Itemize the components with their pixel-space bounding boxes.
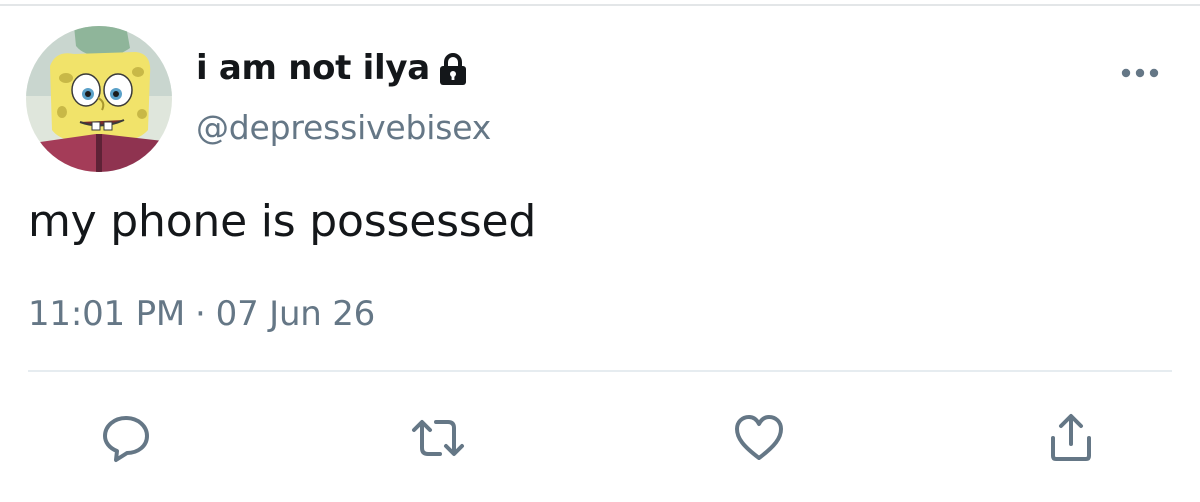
more-dots-icon bbox=[1121, 68, 1159, 78]
like-button[interactable] bbox=[729, 408, 789, 468]
display-name-row: i am not ilya bbox=[196, 44, 468, 92]
action-divider bbox=[28, 370, 1172, 372]
retweet-button[interactable] bbox=[408, 408, 468, 468]
timestamp-separator: · bbox=[195, 294, 206, 334]
tweet-action-bar bbox=[0, 408, 1200, 468]
user-handle[interactable]: @depressivebisex bbox=[196, 108, 491, 147]
reply-button[interactable] bbox=[96, 408, 156, 468]
lock-icon bbox=[438, 52, 468, 86]
share-button[interactable] bbox=[1041, 408, 1101, 468]
display-name[interactable]: i am not ilya bbox=[196, 48, 430, 88]
avatar-image bbox=[26, 26, 172, 172]
tweet-timestamp[interactable]: 11:01 PM · 07 Jun 26 bbox=[28, 294, 375, 334]
top-divider bbox=[0, 4, 1200, 6]
heart-icon bbox=[735, 415, 783, 460]
tweet-time: 11:01 PM bbox=[28, 294, 186, 334]
share-upload-icon bbox=[1051, 414, 1091, 461]
avatar[interactable] bbox=[26, 26, 172, 172]
retweet-icon bbox=[412, 420, 464, 456]
tweet-date: 07 Jun 26 bbox=[215, 294, 376, 334]
tweet-text: my phone is possessed bbox=[28, 196, 537, 247]
reply-bubble-icon bbox=[103, 416, 149, 462]
more-options-button[interactable] bbox=[1114, 58, 1166, 88]
